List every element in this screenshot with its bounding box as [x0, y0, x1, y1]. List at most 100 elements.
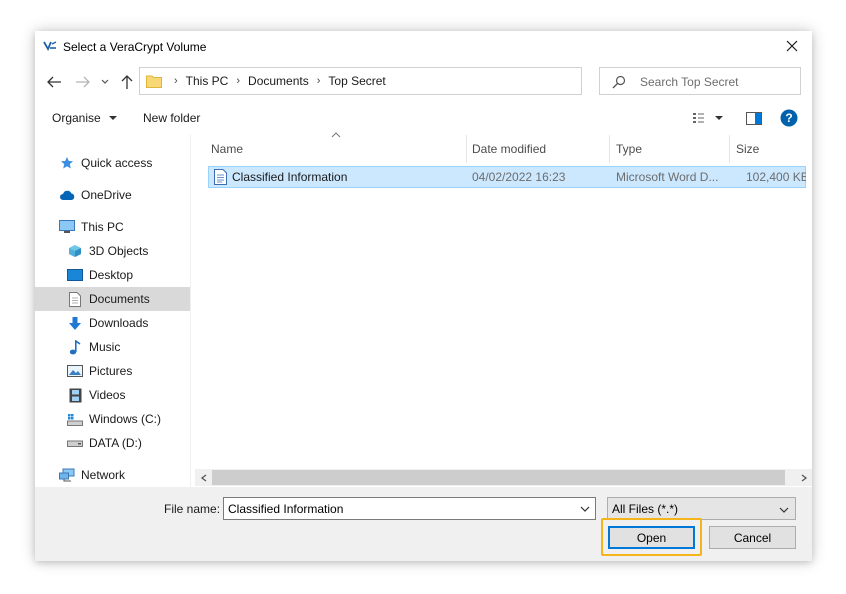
- veracrypt-logo-icon: [43, 41, 57, 52]
- star-icon: [59, 155, 75, 171]
- search-icon: [612, 75, 626, 89]
- file-list: Name Date modified Type Size Classified …: [205, 132, 810, 487]
- help-icon: ?: [780, 109, 798, 127]
- file-name-input[interactable]: Classified Information: [223, 497, 596, 520]
- file-name-label: File name:: [164, 502, 221, 516]
- film-icon: [67, 387, 83, 403]
- sidebar-item-documents[interactable]: Documents: [35, 287, 190, 311]
- cancel-button[interactable]: Cancel: [709, 526, 796, 549]
- column-header-date-modified[interactable]: Date modified: [472, 135, 607, 163]
- file-open-dialog: Select a VeraCrypt Volume › This PC › Do…: [35, 31, 812, 561]
- cube-icon: [67, 243, 83, 259]
- folder-icon: [146, 75, 162, 88]
- size-cell: 102,400 KB: [746, 170, 806, 184]
- chevron-right-icon: ›: [316, 75, 321, 87]
- sidebar-item-quick-access[interactable]: Quick access: [35, 151, 190, 175]
- search-input[interactable]: Search Top Secret: [599, 67, 801, 95]
- open-button[interactable]: Open: [608, 526, 695, 549]
- column-separator[interactable]: [609, 135, 610, 163]
- chevron-down-icon: [101, 79, 109, 84]
- scroll-left-button[interactable]: [195, 469, 212, 486]
- close-icon: [786, 40, 798, 52]
- column-header-type[interactable]: Type: [616, 135, 726, 163]
- column-header-size[interactable]: Size: [736, 135, 806, 163]
- column-header-label: Date modified: [472, 142, 547, 156]
- chevron-right-icon: ›: [174, 75, 178, 87]
- sidebar-item-network[interactable]: Network: [35, 463, 190, 487]
- column-header-label: Size: [736, 142, 760, 156]
- table-row[interactable]: Classified Information 04/02/2022 16:23 …: [208, 166, 806, 188]
- chevron-down-icon: [580, 506, 589, 512]
- back-button[interactable]: [43, 71, 65, 93]
- sidebar-item-label: 3D Objects: [89, 244, 149, 258]
- column-header-name[interactable]: Name: [211, 135, 461, 163]
- breadcrumb-this-pc[interactable]: This PC: [186, 74, 229, 88]
- breadcrumb-top-secret[interactable]: Top Secret: [328, 74, 385, 88]
- search-placeholder: Search Top Secret: [640, 75, 739, 89]
- desktop-icon: [67, 267, 83, 283]
- sidebar-item-label: Network: [81, 468, 126, 482]
- forward-button[interactable]: [72, 71, 94, 93]
- open-button-label: Open: [636, 530, 667, 545]
- scrollbar-thumb[interactable]: [212, 470, 785, 485]
- sidebar-item-downloads[interactable]: Downloads: [35, 311, 190, 335]
- sidebar-item-3d-objects[interactable]: 3D Objects: [35, 239, 190, 263]
- cloud-icon: [59, 187, 75, 203]
- file-type-dropdown[interactable]: [775, 501, 792, 518]
- arrow-left-icon: [47, 76, 61, 88]
- date-modified-cell: 04/02/2022 16:23: [472, 170, 566, 184]
- sidebar-item-label: DATA (D:): [89, 436, 142, 450]
- preview-pane-button[interactable]: [744, 109, 764, 127]
- windows-drive-icon: [67, 411, 83, 427]
- network-icon: [59, 467, 75, 483]
- recent-locations-button[interactable]: [97, 71, 113, 93]
- svg-text:?: ?: [785, 111, 792, 125]
- column-separator[interactable]: [466, 135, 467, 163]
- sidebar-item-desktop[interactable]: Desktop: [35, 263, 190, 287]
- breadcrumb: › This PC › Documents › Top Secret: [166, 68, 386, 94]
- address-bar[interactable]: › This PC › Documents › Top Secret: [139, 67, 681, 95]
- sidebar-item-label: Downloads: [89, 316, 149, 330]
- sidebar-item-music[interactable]: Music: [35, 335, 190, 359]
- file-name-cell: Classified Information: [232, 170, 348, 184]
- document-icon: [214, 169, 227, 185]
- file-type-select[interactable]: All Files (*.*): [607, 497, 796, 520]
- music-note-icon: [67, 339, 83, 355]
- monitor-icon: [59, 219, 75, 235]
- sidebar-item-this-pc[interactable]: This PC: [35, 215, 190, 239]
- sidebar-item-label: Desktop: [89, 268, 134, 282]
- sidebar-item-label: OneDrive: [81, 188, 132, 202]
- arrow-up-icon: [121, 75, 133, 89]
- new-folder-button[interactable]: New folder: [143, 111, 200, 125]
- column-separator[interactable]: [729, 135, 730, 163]
- horizontal-scrollbar[interactable]: [195, 469, 812, 486]
- divider: [190, 135, 191, 487]
- sidebar-item-label: Pictures: [89, 364, 133, 378]
- document-icon: [67, 291, 83, 307]
- arrow-right-icon: [76, 76, 90, 88]
- sidebar-item-windows-c[interactable]: Windows (C:): [35, 407, 190, 431]
- help-button[interactable]: ?: [779, 109, 799, 127]
- sidebar-item-label: Music: [89, 340, 121, 354]
- window-title: Select a VeraCrypt Volume: [63, 40, 207, 54]
- download-arrow-icon: [67, 315, 83, 331]
- chevron-right-icon: [801, 473, 807, 482]
- organise-button[interactable]: Organise: [52, 111, 119, 125]
- breadcrumb-documents[interactable]: Documents: [248, 74, 309, 88]
- details-view-icon: [693, 113, 704, 123]
- file-name-dropdown[interactable]: [576, 500, 593, 517]
- scroll-right-button[interactable]: [795, 469, 812, 486]
- chevron-left-icon: [200, 473, 206, 482]
- view-options-button[interactable]: [689, 109, 727, 127]
- chevron-right-icon: ›: [236, 75, 241, 87]
- close-button[interactable]: [772, 31, 812, 61]
- up-button[interactable]: [116, 71, 138, 93]
- preview-pane-icon: [746, 111, 762, 125]
- sidebar-item-pictures[interactable]: Pictures: [35, 359, 190, 383]
- sidebar-item-label: Windows (C:): [89, 412, 162, 426]
- sidebar-item-label: Documents: [89, 292, 150, 306]
- sidebar-item-data-d[interactable]: DATA (D:): [35, 431, 190, 455]
- sidebar-item-onedrive[interactable]: OneDrive: [35, 183, 190, 207]
- sidebar-item-label: Quick access: [81, 156, 153, 170]
- sidebar-item-videos[interactable]: Videos: [35, 383, 190, 407]
